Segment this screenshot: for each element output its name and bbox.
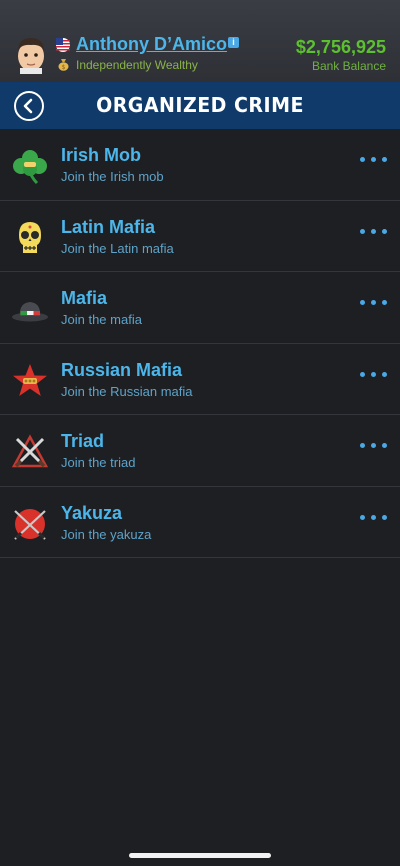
more-options-button[interactable] — [360, 155, 388, 163]
red-star-icon — [13, 363, 47, 396]
list-item-subtitle: Join the Irish mob — [61, 169, 164, 184]
shamrock-icon — [13, 150, 47, 185]
sugar-skull-icon — [19, 221, 41, 253]
crossed-swords-icon — [11, 434, 49, 468]
info-icon[interactable]: i — [228, 37, 239, 48]
home-indicator[interactable] — [129, 853, 271, 858]
list-item-subtitle: Join the triad — [61, 455, 136, 470]
avatar[interactable] — [12, 34, 50, 74]
list-item-subtitle: Join the Latin mafia — [61, 240, 174, 256]
list-item-mafia[interactable]: Mafia Join the mafia — [0, 272, 400, 344]
bank-balance: $2,756,925 — [295, 37, 386, 57]
more-options-button[interactable] — [360, 513, 388, 521]
list-item-latin-mafia[interactable]: Latin Mafia Join the Latin mafia — [0, 201, 400, 272]
list-item-title: Mafia — [61, 288, 108, 308]
us-flag-icon — [56, 38, 70, 52]
list-item-subtitle: Join the mafia — [61, 312, 142, 327]
svg-text:$: $ — [62, 64, 66, 71]
bank-balance-label: Bank Balance — [311, 59, 386, 73]
list-item-irish-mob[interactable]: Irish Mob Join the Irish mob — [0, 129, 400, 201]
page-title: ORGANIZED CRIME — [96, 93, 304, 117]
list-item-subtitle: Join the Russian mafia — [61, 383, 193, 399]
list-item-yakuza[interactable]: Yakuza Join the yakuza — [0, 487, 400, 558]
wealth-status: Independently Wealthy — [76, 58, 198, 72]
screen: Anthony D’Amico i $ Independently Wealth… — [0, 0, 400, 866]
crossed-katanas-icon — [14, 508, 46, 540]
fedora-hat-icon — [12, 302, 48, 322]
list-item-russian-mafia[interactable]: Russian Mafia Join the Russian mafia — [0, 344, 400, 415]
more-options-button[interactable] — [360, 370, 388, 378]
character-name-link[interactable]: Anthony D’Amico — [76, 34, 227, 55]
list-item-triad[interactable]: Triad Join the triad — [0, 415, 400, 487]
more-options-button[interactable] — [360, 227, 388, 235]
money-bag-icon: $ — [58, 59, 69, 71]
list-item-subtitle: Join the yakuza — [61, 526, 152, 542]
list-item-title: Russian Mafia — [61, 359, 183, 380]
more-options-button[interactable] — [360, 298, 388, 306]
list-item-title: Yakuza — [61, 502, 123, 523]
list-item-title: Irish Mob — [61, 145, 141, 165]
more-options-button[interactable] — [360, 441, 388, 449]
organization-list: Irish Mob Join the Irish mob Latin Mafia… — [0, 129, 400, 558]
profile-header: Anthony D’Amico i $ Independently Wealth… — [0, 0, 400, 82]
list-item-title: Triad — [61, 431, 105, 451]
list-item-title: Latin Mafia — [61, 216, 156, 237]
title-bar: ORGANIZED CRIME — [0, 82, 400, 129]
